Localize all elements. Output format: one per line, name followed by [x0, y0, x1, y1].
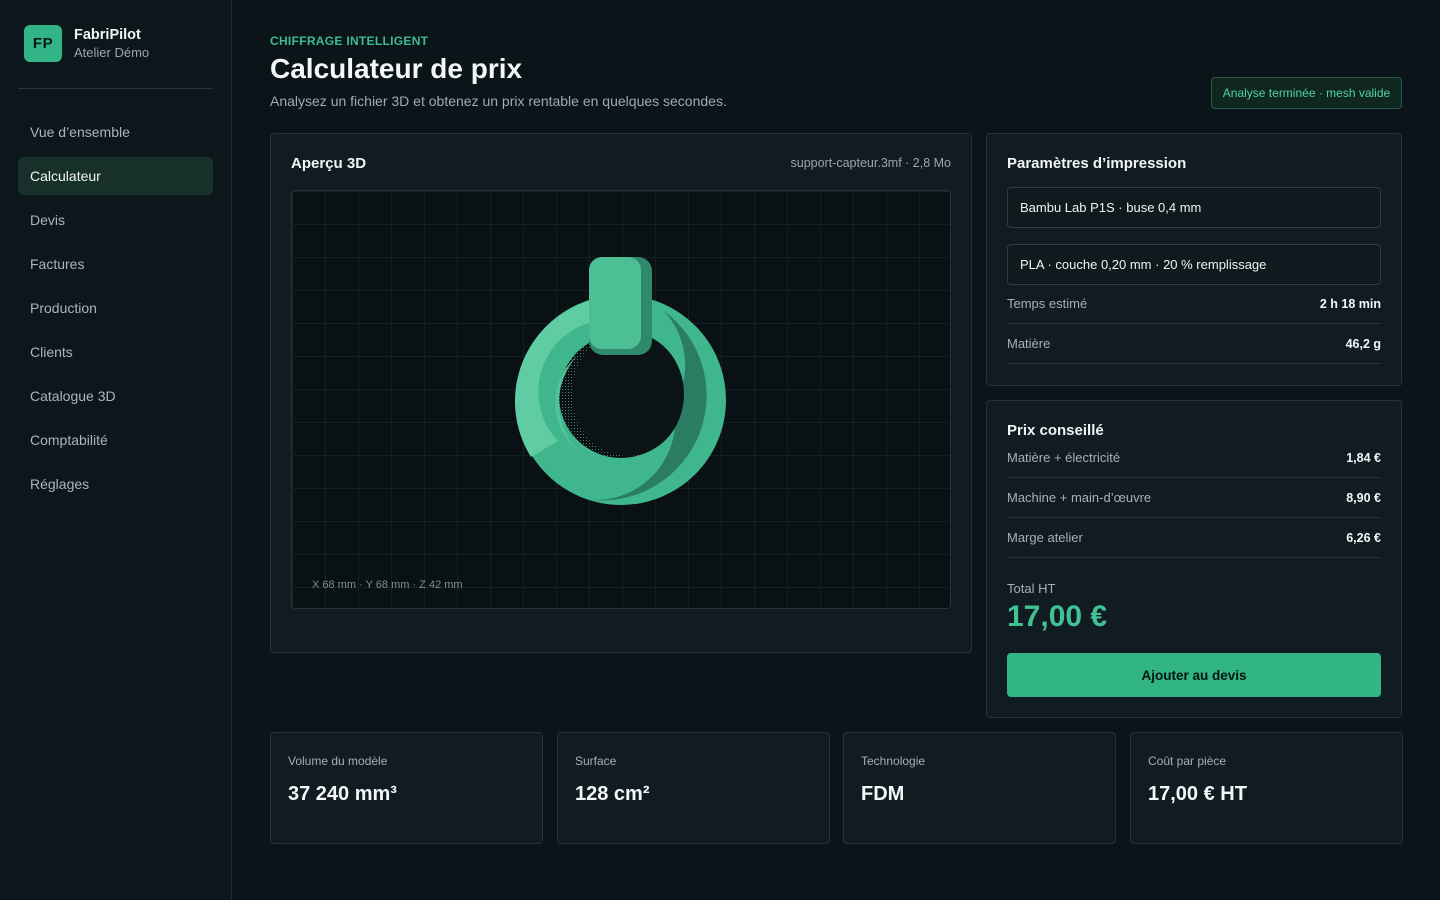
- stat-value: FDM: [861, 783, 905, 805]
- material-weight-value: 46,2 g: [1345, 336, 1381, 351]
- sidebar-item-quotes[interactable]: Devis: [18, 201, 213, 239]
- sidebar-item-clients[interactable]: Clients: [18, 333, 213, 371]
- sidebar-item-production[interactable]: Production: [18, 289, 213, 327]
- cost-row-material: Matière + électricité 1,84 €: [1007, 438, 1381, 478]
- stat-value: 17,00 € HT: [1148, 783, 1247, 805]
- status-badge: Analyse terminée · mesh valide: [1211, 77, 1402, 109]
- sidebar-item-accounting[interactable]: Comptabilité: [18, 421, 213, 459]
- stat-value: 128 cm²: [575, 783, 650, 805]
- tab-front: [589, 257, 641, 349]
- cost-label: Marge atelier: [1007, 530, 1083, 545]
- stat-label: Volume du modèle: [288, 754, 388, 768]
- stat-card-technology: Technologie FDM: [843, 732, 1116, 844]
- page-subtitle: Analysez un fichier 3D et obtenez un pri…: [270, 93, 727, 109]
- sidebar-divider: [18, 88, 213, 89]
- material-weight-label: Matière: [1007, 336, 1051, 351]
- print-params-card: Paramètres d’impression Bambu Lab P1S · …: [986, 133, 1402, 386]
- estimated-time-label: Temps estimé: [1007, 296, 1088, 311]
- material-select[interactable]: PLA · couche 0,20 mm · 20 % remplissage: [1007, 244, 1381, 285]
- sidebar: FP FabriPilot Atelier Démo Vue d’ensembl…: [0, 0, 232, 900]
- estimated-time-row: Temps estimé 2 h 18 min: [1007, 284, 1381, 324]
- sidebar-item-invoices[interactable]: Factures: [18, 245, 213, 283]
- preview-card: Aperçu 3D support-capteur.3mf · 2,8 Mo X…: [270, 133, 972, 653]
- stat-card-surface: Surface 128 cm²: [557, 732, 830, 844]
- printer-select[interactable]: Bambu Lab P1S · buse 0,4 mm: [1007, 187, 1381, 228]
- cost-row-machine: Machine + main-d’œuvre 8,90 €: [1007, 478, 1381, 518]
- model-render: [514, 257, 726, 505]
- estimated-time-value: 2 h 18 min: [1319, 296, 1381, 311]
- pricing-card: Prix conseillé Matière + électricité 1,8…: [986, 400, 1402, 718]
- cost-value: 8,90 €: [1346, 490, 1381, 505]
- sidebar-item-catalog[interactable]: Catalogue 3D: [18, 377, 213, 415]
- brand-subtitle: Atelier Démo: [74, 44, 150, 60]
- brand[interactable]: FP FabriPilot Atelier Démo: [24, 25, 149, 62]
- add-to-quote-button[interactable]: Ajouter au devis: [1007, 653, 1381, 697]
- sidebar-item-calculator[interactable]: Calculateur: [18, 157, 213, 195]
- stat-card-volume: Volume du modèle 37 240 mm³: [270, 732, 543, 844]
- cost-value: 6,26 €: [1346, 530, 1381, 545]
- total-value: 17,00 €: [1007, 600, 1108, 633]
- pricing-title: Prix conseillé: [1007, 422, 1104, 439]
- cost-label: Machine + main-d’œuvre: [1007, 490, 1152, 505]
- sidebar-item-settings[interactable]: Réglages: [18, 465, 213, 503]
- cost-row-margin: Marge atelier 6,26 €: [1007, 518, 1381, 558]
- stat-card-unit-cost: Coût par pièce 17,00 € HT: [1130, 732, 1403, 844]
- brand-name: FabriPilot: [74, 26, 141, 43]
- stat-label: Technologie: [861, 754, 926, 768]
- brand-text: FabriPilot Atelier Démo: [74, 27, 149, 61]
- sidebar-nav: Vue d’ensemble Calculateur Devis Facture…: [18, 113, 213, 509]
- brand-logo: FP: [24, 25, 62, 62]
- stat-value: 37 240 mm³: [288, 783, 397, 805]
- page-eyebrow: CHIFFRAGE INTELLIGENT: [270, 34, 429, 48]
- sidebar-item-overview[interactable]: Vue d’ensemble: [18, 113, 213, 151]
- file-info: support-capteur.3mf · 2,8 Mo: [790, 156, 952, 170]
- page-title: Calculateur de prix: [270, 53, 523, 84]
- preview-title: Aperçu 3D: [291, 155, 367, 172]
- stat-label: Coût par pièce: [1148, 754, 1227, 768]
- cost-value: 1,84 €: [1346, 450, 1381, 465]
- params-title: Paramètres d’impression: [1007, 155, 1187, 172]
- cost-label: Matière + électricité: [1007, 450, 1121, 465]
- 3d-viewport[interactable]: X 68 mm · Y 68 mm · Z 42 mm: [291, 190, 951, 609]
- stat-label: Surface: [575, 754, 617, 768]
- total-label: Total HT: [1007, 581, 1056, 596]
- material-weight-row: Matière 46,2 g: [1007, 324, 1381, 364]
- model-dimensions: X 68 mm · Y 68 mm · Z 42 mm: [312, 579, 463, 591]
